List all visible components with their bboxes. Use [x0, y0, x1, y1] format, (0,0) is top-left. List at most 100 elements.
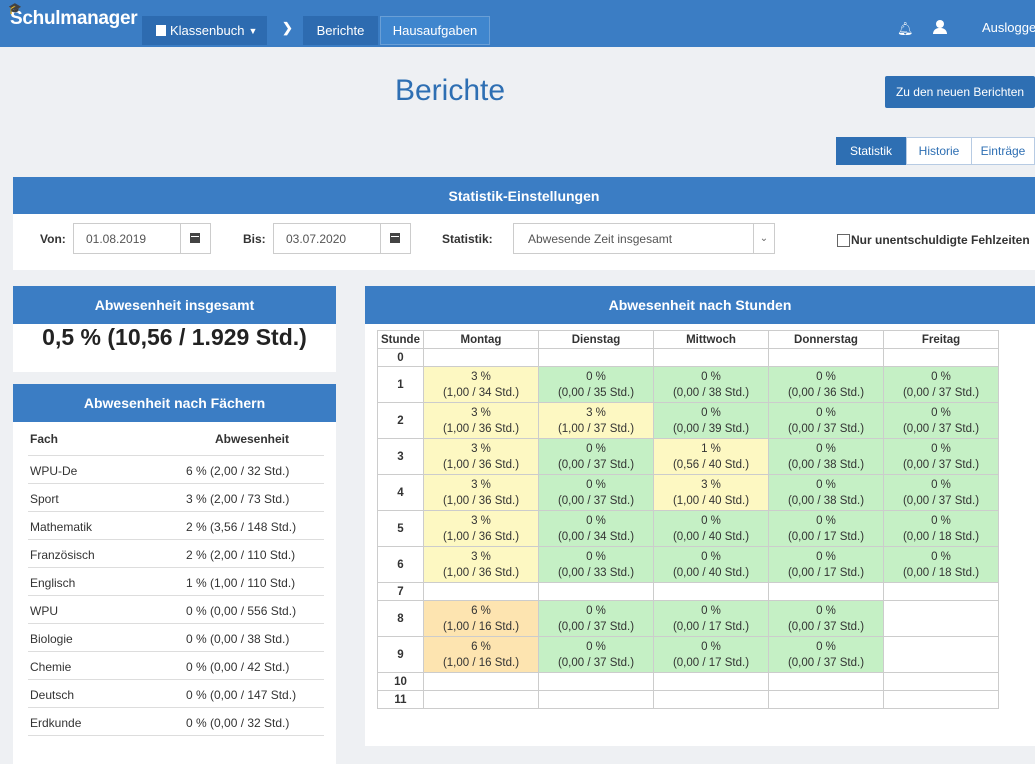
hour-label: 2 [377, 402, 424, 439]
absence-percent: 0 % [701, 550, 721, 563]
caret-down-icon: ▼ [248, 25, 258, 36]
tab-historie[interactable]: Historie [906, 137, 972, 165]
table-row: 11 [377, 690, 999, 709]
tab-berichte[interactable]: Berichte [303, 16, 378, 45]
absence-cell: 0 % (0,00 / 17 Std.) [653, 600, 769, 637]
absence-detail: (0,00 / 37 Std.) [787, 620, 865, 633]
absence-detail: (1,00 / 36 Std.) [442, 494, 520, 507]
table-row: 7 [377, 582, 999, 601]
bell-icon[interactable]: 🔔︎ [897, 21, 914, 37]
absence-percent: 0 % [816, 514, 836, 527]
column-header: Dienstag [538, 330, 654, 349]
absence-percent: 0 % [931, 370, 951, 383]
von-date-input[interactable]: 01.08.2019 [73, 223, 181, 254]
absence-cell: 3 % (1,00 / 36 Std.) [423, 510, 539, 547]
tab-eintraege[interactable]: Einträge [972, 137, 1035, 165]
chevron-right-icon: ❯ [282, 20, 293, 35]
subject-name: Chemie [30, 660, 72, 674]
absence-cell [883, 582, 999, 601]
absence-cell: 0 % (0,00 / 37 Std.) [538, 474, 654, 511]
absence-cell: 0 % (0,00 / 36 Std.) [768, 366, 884, 403]
absence-detail: (0,00 / 37 Std.) [902, 458, 980, 471]
absence-cell [423, 582, 539, 601]
table-row: 3 3 % (1,00 / 36 Std.) 0 % (0,00 / 37 Std.) 1… [377, 438, 999, 475]
subject-name: Französisch [30, 548, 95, 562]
absence-cell: 0 % (0,00 / 37 Std.) [768, 636, 884, 673]
absence-cell [883, 636, 999, 673]
tab-hausaufgaben[interactable]: Hausaufgaben [380, 16, 490, 45]
absence-cell: 3 % (1,00 / 40 Std.) [653, 474, 769, 511]
absence-percent: 0 % [586, 478, 606, 491]
absence-cell: 3 % (1,00 / 36 Std.) [423, 546, 539, 583]
absence-cell: 0 % (0,00 / 37 Std.) [883, 438, 999, 475]
table-row: Deutsch 0 % (0,00 / 147 Std.) [28, 680, 324, 708]
absence-detail: (0,00 / 17 Std.) [672, 620, 750, 633]
absence-cell: 0 % (0,00 / 17 Std.) [768, 546, 884, 583]
top-navbar: 🎓 Schulmanager Klassenbuch ▼ ❯ Berichte … [0, 0, 1035, 47]
subject-name: WPU [30, 604, 58, 618]
calendar-icon[interactable] [381, 223, 411, 254]
column-header: Donnerstag [768, 330, 884, 349]
absence-percent: 6 % [471, 640, 491, 653]
absence-percent: 0 % [586, 514, 606, 527]
user-icon[interactable] [933, 20, 947, 34]
absence-cell: 0 % (0,00 / 33 Std.) [538, 546, 654, 583]
subject-absence: 0 % (0,00 / 147 Std.) [186, 688, 297, 702]
absence-detail: (1,00 / 16 Std.) [442, 620, 520, 633]
table-row: WPU-De 6 % (2,00 / 32 Std.) [28, 456, 324, 484]
statistik-select[interactable]: Abwesende Zeit insgesamt ⌄ [513, 223, 775, 254]
bis-label: Bis: [243, 232, 266, 246]
subject-name: WPU-De [30, 464, 78, 478]
absence-percent: 0 % [931, 478, 951, 491]
hour-label: 6 [377, 546, 424, 583]
absence-detail: (1,00 / 34 Std.) [442, 386, 520, 399]
absence-cell [768, 690, 884, 709]
subject-absence: 0 % (0,00 / 42 Std.) [186, 660, 290, 674]
brand-logo[interactable]: 🎓 Schulmanager [8, 3, 138, 30]
absence-detail: (0,00 / 37 Std.) [902, 422, 980, 435]
absence-cell [423, 348, 539, 367]
absence-percent: 0 % [701, 370, 721, 383]
absence-cell: 0 % (0,00 / 18 Std.) [883, 546, 999, 583]
graduation-cap-icon: 🎓 [8, 3, 22, 15]
absence-detail: (0,00 / 39 Std.) [672, 422, 750, 435]
subject-absence: 1 % (1,00 / 110 Std.) [186, 576, 296, 590]
absence-detail: (0,00 / 38 Std.) [672, 386, 750, 399]
unexcused-only-checkbox[interactable] [837, 234, 850, 247]
absence-cell: 0 % (0,00 / 38 Std.) [768, 474, 884, 511]
tab-statistik[interactable]: Statistik [836, 137, 906, 165]
absence-cell: 3 % (1,00 / 36 Std.) [423, 438, 539, 475]
table-row: Erdkunde 0 % (0,00 / 32 Std.) [28, 708, 324, 736]
table-row: 63 % (1,00 / 36 Std.) 0 % (0,00 / 33 Std.) 0… [377, 546, 999, 583]
klassenbuch-dropdown[interactable]: Klassenbuch ▼ [142, 16, 267, 45]
settings-title: Statistik-Einstellungen [13, 177, 1035, 214]
absence-detail: (0,00 / 37 Std.) [787, 656, 865, 669]
absence-percent: 0 % [586, 442, 606, 455]
absence-cell: 3 % (1,00 / 36 Std.) [423, 474, 539, 511]
absence-cell: 0 % (0,00 / 35 Std.) [538, 366, 654, 403]
unexcused-only-label[interactable]: Nur unentschuldigte Fehlzeiten [851, 233, 1030, 247]
subject-name: Mathematik [30, 520, 93, 534]
table-row: WPU 0 % (0,00 / 556 Std.) [28, 596, 324, 624]
calendar-icon[interactable] [181, 223, 211, 254]
total-absence-title: Abwesenheit insgesamt [13, 286, 336, 324]
absence-percent: 0 % [586, 370, 606, 383]
statistik-label: Statistik: [442, 232, 493, 246]
absence-cell: 0 % (0,00 / 37 Std.) [883, 402, 999, 439]
subject-absence: 0 % (0,00 / 556 Std.) [186, 604, 297, 618]
logout-link[interactable]: Ausloggen [982, 20, 1035, 35]
absence-detail: (0,00 / 18 Std.) [902, 566, 980, 579]
bis-date-input[interactable]: 03.07.2020 [273, 223, 381, 254]
absence-detail: (0,00 / 40 Std.) [672, 566, 750, 579]
absence-cell [883, 690, 999, 709]
subject-name: Sport [30, 492, 59, 506]
absence-cell: 3 % (1,00 / 34 Std.) [423, 366, 539, 403]
absence-percent: 1 % [701, 442, 721, 455]
new-reports-button[interactable]: Zu den neuen Berichten [885, 76, 1035, 108]
absence-percent: 3 % [471, 478, 491, 491]
absence-detail: (0,00 / 37 Std.) [557, 494, 635, 507]
absence-cell: 0 % (0,00 / 39 Std.) [653, 402, 769, 439]
absence-percent: 0 % [931, 442, 951, 455]
absence-detail: (1,00 / 36 Std.) [442, 422, 520, 435]
absence-percent: 0 % [816, 640, 836, 653]
